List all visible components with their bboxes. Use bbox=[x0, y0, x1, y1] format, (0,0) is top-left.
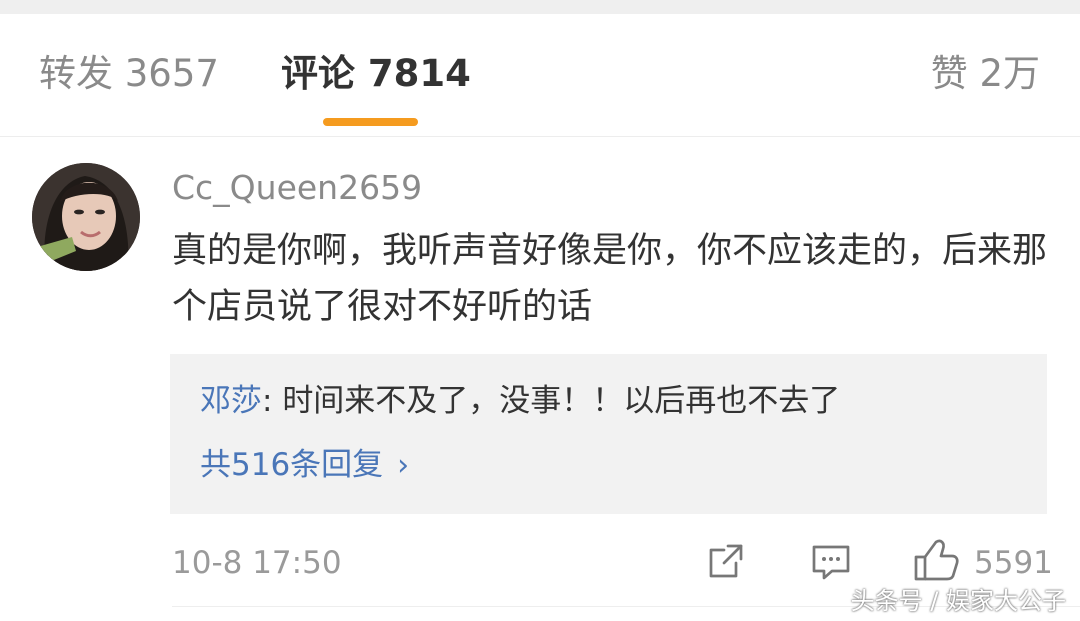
comment-icon[interactable] bbox=[810, 542, 852, 582]
reply-preview[interactable]: 邓莎: 时间来不及了，没事！！以后再也不去了 共516条回复 › bbox=[170, 354, 1047, 514]
user-avatar[interactable] bbox=[32, 163, 140, 271]
share-icon[interactable] bbox=[706, 541, 746, 581]
post-tabs: 转发 3657 评论 7814 赞 2万 bbox=[0, 14, 1080, 137]
reply-text: 时间来不及了，没事！！以后再也不去了 bbox=[282, 383, 841, 419]
comment-username[interactable]: Cc_Queen2659 bbox=[172, 166, 422, 210]
comment-screen: 转发 3657 评论 7814 赞 2万 Cc_Queen2659 真的是你啊，… bbox=[0, 0, 1080, 621]
comment-timestamp: 10-8 17:50 bbox=[172, 545, 342, 581]
active-tab-indicator bbox=[323, 118, 418, 126]
avatar-image bbox=[32, 163, 140, 271]
chevron-right-icon: › bbox=[397, 448, 410, 483]
top-gray-strip bbox=[0, 0, 1080, 14]
like-count: 5591 bbox=[974, 545, 1053, 581]
thumbs-up-icon[interactable] bbox=[912, 537, 960, 583]
watermark-text: 头条号 / 娱家大公子 bbox=[850, 587, 1066, 615]
reply-line: 邓莎: 时间来不及了，没事！！以后再也不去了 bbox=[200, 378, 840, 424]
reply-author-link[interactable]: 邓莎 bbox=[200, 383, 262, 419]
tab-repost[interactable]: 转发 3657 bbox=[39, 50, 219, 98]
reply-count-label: 共516条回复 bbox=[200, 447, 384, 483]
comment-text: 真的是你啊，我听声音好像是你，你不应该走的，后来那个店员说了很对不好听的话 bbox=[172, 231, 1048, 327]
tab-comments[interactable]: 评论 7814 bbox=[281, 50, 471, 98]
view-replies-link[interactable]: 共516条回复 › bbox=[200, 442, 409, 489]
tab-likes[interactable]: 赞 2万 bbox=[931, 50, 1040, 98]
reply-separator: : bbox=[262, 383, 283, 419]
